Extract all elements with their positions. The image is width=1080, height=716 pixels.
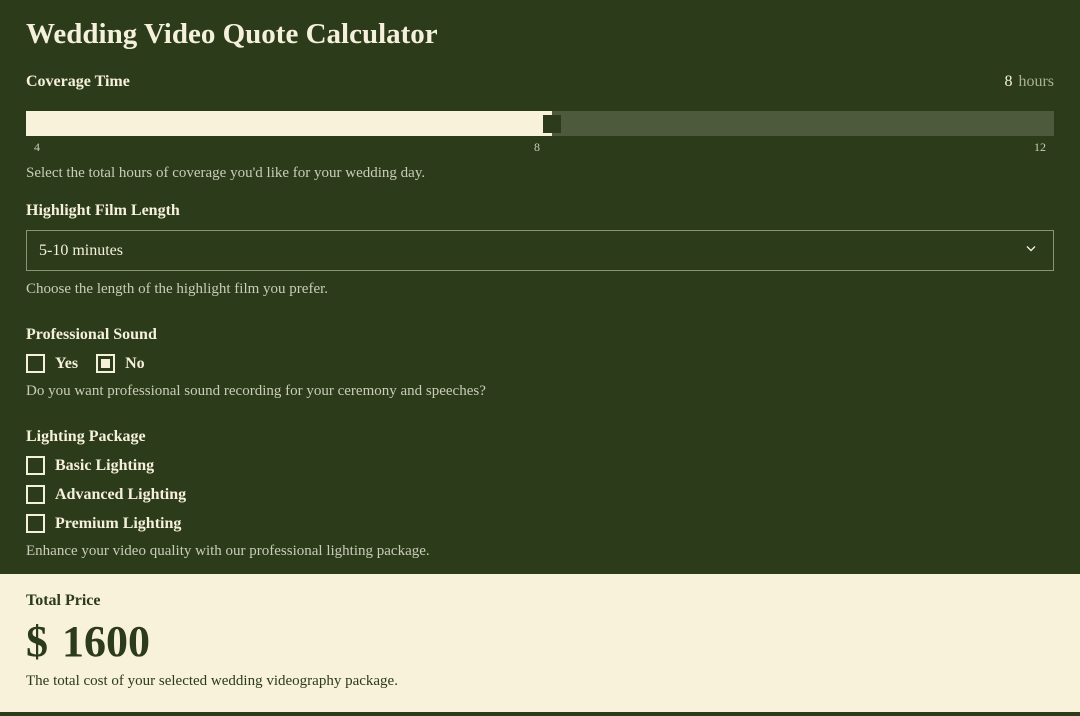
total-price-amount: 1600 xyxy=(62,616,150,667)
coverage-time-number: 8 xyxy=(1004,73,1012,90)
lighting-option-premium-label: Premium Lighting xyxy=(55,515,181,533)
lighting-package-helper: Enhance your video quality with our prof… xyxy=(26,543,1054,560)
coverage-time-field: Coverage Time 8 hours 4 8 12 Select the t… xyxy=(26,73,1054,182)
radio-icon xyxy=(26,354,45,373)
slider-thumb[interactable] xyxy=(543,115,561,133)
sound-option-yes[interactable]: Yes xyxy=(26,354,78,373)
sound-option-yes-label: Yes xyxy=(55,355,78,373)
lighting-option-basic[interactable]: Basic Lighting xyxy=(26,456,1054,475)
coverage-time-helper: Select the total hours of coverage you'd… xyxy=(26,165,1054,182)
slider-tick-min: 4 xyxy=(34,140,40,155)
professional-sound-field: Professional Sound Yes No Do you want pr… xyxy=(26,326,1054,400)
coverage-time-unit: hours xyxy=(1018,73,1054,90)
coverage-time-value: 8 hours xyxy=(1004,73,1054,91)
lighting-option-basic-label: Basic Lighting xyxy=(55,457,154,475)
total-price-panel: Total Price $ 1600 The total cost of you… xyxy=(0,574,1080,712)
slider-ticks: 4 8 12 xyxy=(26,140,1054,155)
lighting-option-advanced[interactable]: Advanced Lighting xyxy=(26,485,1054,504)
professional-sound-helper: Do you want professional sound recording… xyxy=(26,383,1054,400)
sound-option-no-label: No xyxy=(125,355,145,373)
lighting-option-advanced-label: Advanced Lighting xyxy=(55,486,186,504)
slider-tick-mid: 8 xyxy=(534,140,540,155)
chevron-down-icon xyxy=(1023,240,1039,261)
highlight-length-select[interactable]: 5-10 minutes xyxy=(26,230,1054,271)
lighting-package-label: Lighting Package xyxy=(26,428,1054,446)
coverage-time-label: Coverage Time xyxy=(26,73,130,91)
checkbox-icon xyxy=(26,456,45,475)
professional-sound-label: Professional Sound xyxy=(26,326,1054,344)
checkbox-icon xyxy=(26,514,45,533)
slider-fill xyxy=(26,111,552,136)
highlight-length-field: Highlight Film Length 5-10 minutes Choos… xyxy=(26,202,1054,298)
highlight-length-selected: 5-10 minutes xyxy=(39,242,123,260)
total-price-currency: $ xyxy=(26,616,48,667)
sound-option-no[interactable]: No xyxy=(96,354,145,373)
coverage-time-slider[interactable] xyxy=(26,111,1054,136)
checkbox-icon xyxy=(26,485,45,504)
slider-tick-max: 12 xyxy=(1034,140,1046,155)
total-price-helper: The total cost of your selected wedding … xyxy=(26,673,1054,690)
radio-icon xyxy=(96,354,115,373)
total-price-value: $ 1600 xyxy=(26,616,1054,667)
highlight-length-helper: Choose the length of the highlight film … xyxy=(26,281,1054,298)
lighting-option-premium[interactable]: Premium Lighting xyxy=(26,514,1054,533)
page-title: Wedding Video Quote Calculator xyxy=(26,18,1054,51)
total-price-label: Total Price xyxy=(26,592,1054,610)
lighting-package-field: Lighting Package Basic Lighting Advanced… xyxy=(26,428,1054,560)
highlight-length-label: Highlight Film Length xyxy=(26,202,1054,220)
